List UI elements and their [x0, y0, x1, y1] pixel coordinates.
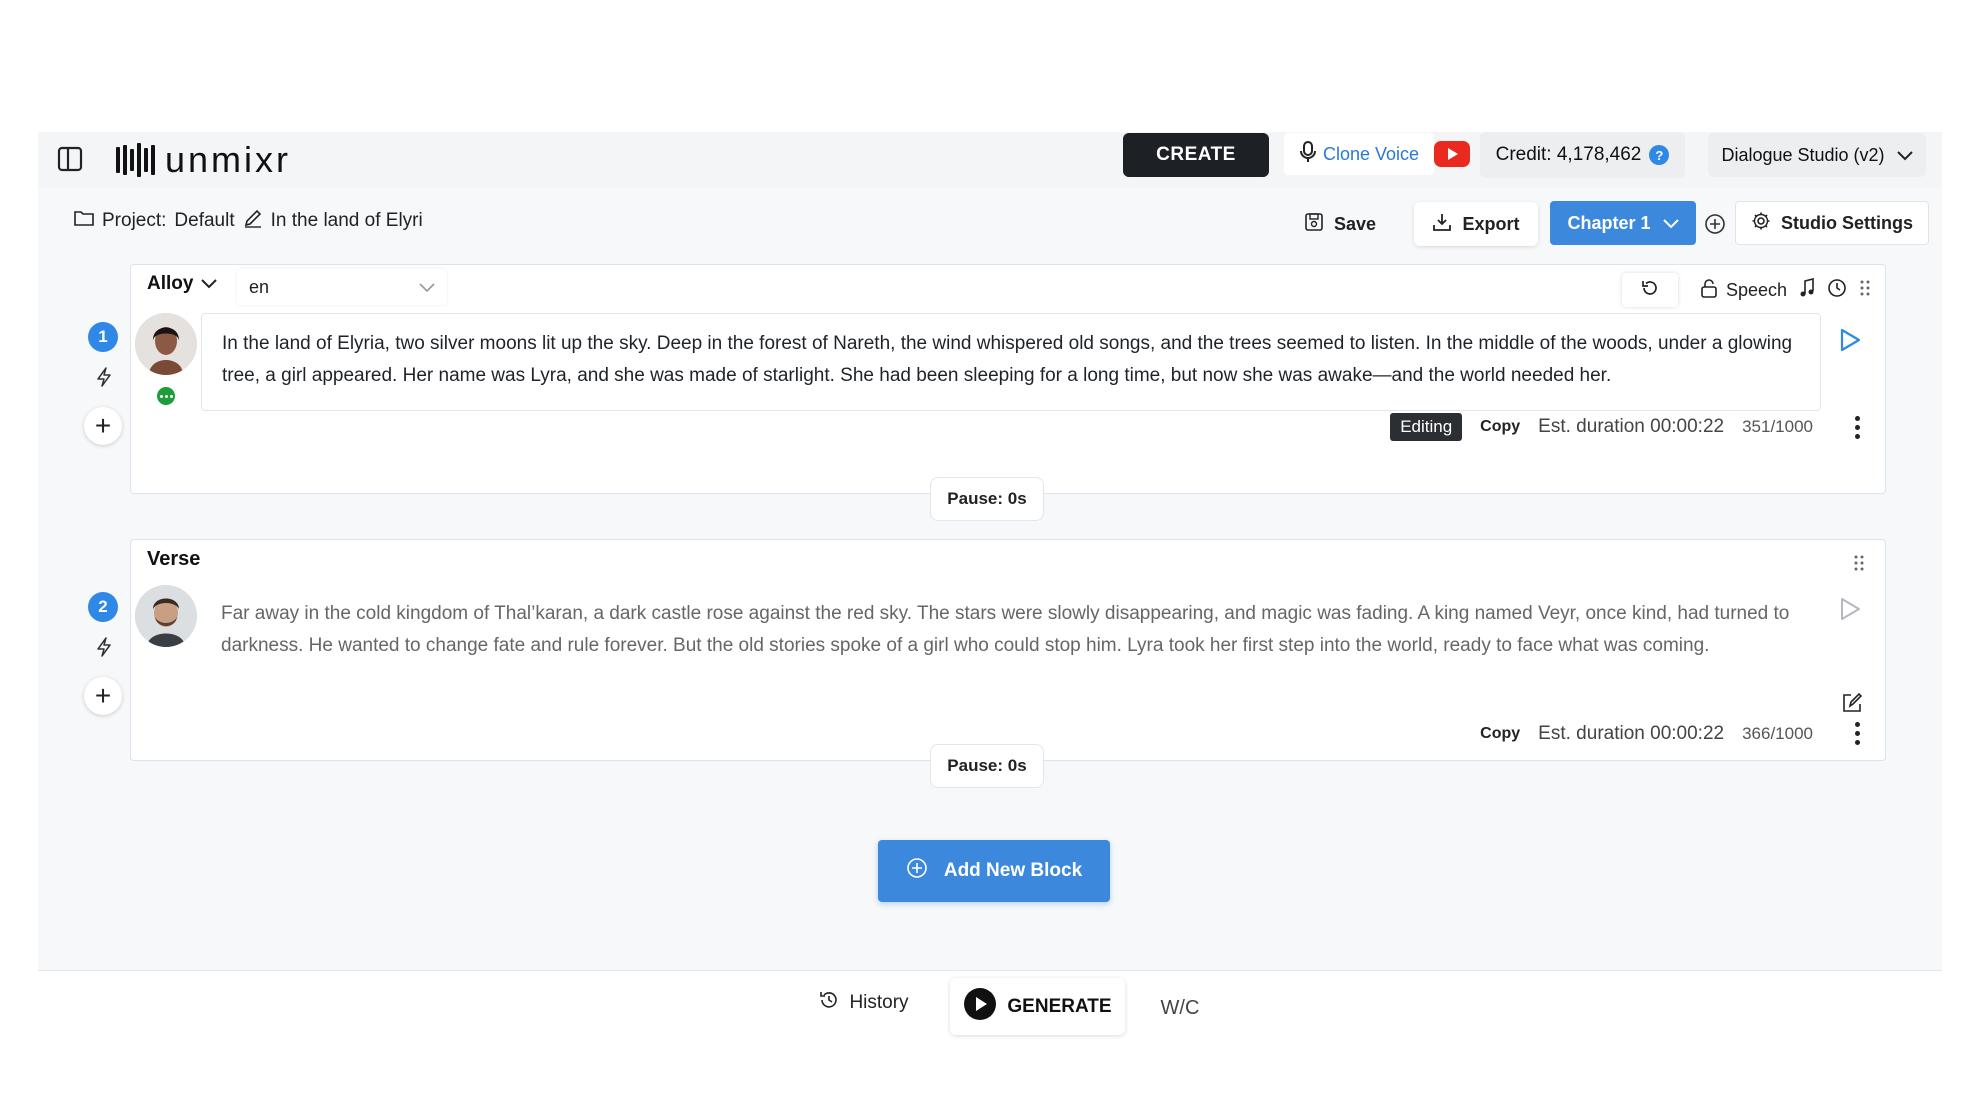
chevron-down-icon	[201, 273, 218, 295]
duration-estimate: Est. duration 00:00:22	[1538, 416, 1725, 437]
save-label: Save	[1333, 213, 1377, 234]
status-badge: Editing	[1390, 413, 1463, 441]
gear-icon	[1751, 211, 1771, 236]
voice-label: Alloy	[147, 273, 194, 294]
project-name[interactable]: Default	[174, 210, 234, 232]
project-title[interactable]: In the land of Elyri	[271, 210, 423, 232]
project-label: Project:	[102, 210, 167, 231]
add-block-below-button[interactable]: +	[84, 407, 122, 445]
edit-icon[interactable]	[1841, 692, 1863, 719]
block-footer: Copy Est. duration 00:00:22 366/1000	[1480, 722, 1863, 745]
voice-select[interactable]: Alloy	[147, 273, 218, 295]
block-text-editor[interactable]: In the land of Elyria, two silver moons …	[201, 313, 1821, 411]
folder-icon	[74, 210, 94, 232]
more-options-icon[interactable]	[1851, 722, 1863, 745]
add-new-block-button[interactable]: Add New Block	[878, 840, 1110, 902]
export-label: Export	[1462, 213, 1520, 234]
download-icon	[1432, 212, 1452, 237]
pencil-icon[interactable]	[243, 208, 263, 234]
plus-icon: +	[94, 680, 112, 711]
avatar[interactable]	[135, 585, 197, 647]
chevron-down-icon	[419, 277, 435, 298]
add-new-block-label: Add New Block	[943, 860, 1083, 881]
studio-mode-label: Dialogue Studio (v2)	[1721, 144, 1885, 165]
lightning-icon[interactable]	[93, 366, 115, 388]
pause-button[interactable]: Pause: 0s	[930, 477, 1044, 521]
plus-circle-icon[interactable]	[1704, 213, 1726, 235]
block-number: 2	[88, 592, 118, 622]
character-count: 366/1000	[1742, 723, 1813, 743]
language-value: en	[249, 276, 270, 297]
duration-estimate: Est. duration 00:00:22	[1538, 722, 1725, 744]
music-note-icon[interactable]	[1799, 277, 1815, 303]
generate-button[interactable]: GENERATE	[950, 978, 1125, 1035]
clone-voice-label: Clone Voice	[1322, 143, 1420, 164]
block-number: 1	[88, 322, 118, 352]
history-icon[interactable]	[1827, 278, 1847, 303]
lightning-icon[interactable]	[93, 636, 115, 658]
chapter-select[interactable]: Chapter 1	[1550, 201, 1696, 245]
sidebar-toggle-icon[interactable]	[57, 146, 83, 172]
help-icon[interactable]: ?	[1649, 145, 1670, 165]
play-circle-icon	[963, 987, 997, 1027]
save-icon	[1304, 212, 1324, 237]
export-button[interactable]: Export	[1414, 202, 1538, 246]
speech-label: Speech	[1725, 279, 1787, 300]
add-block-below-button[interactable]: +	[84, 677, 122, 715]
undo-icon	[1640, 278, 1660, 303]
studio-settings-button[interactable]: Studio Settings	[1735, 201, 1929, 245]
language-select[interactable]: en	[237, 269, 447, 305]
logo-bars-icon	[116, 143, 155, 177]
chevron-down-icon	[1662, 213, 1679, 234]
lock-icon	[1700, 278, 1718, 303]
status-indicator-icon	[157, 387, 175, 405]
history-icon	[819, 990, 839, 1016]
drag-handle-icon[interactable]	[1859, 279, 1871, 302]
chevron-down-icon	[1896, 145, 1913, 166]
breadcrumb: Project: Default In the land of Elyri	[74, 208, 423, 234]
block-toolbar: Speech	[1621, 273, 1871, 307]
character-count: 351/1000	[1742, 417, 1813, 436]
plus-circle-icon	[906, 857, 928, 885]
copy-button[interactable]: Copy	[1480, 418, 1520, 436]
block-footer: Editing Copy Est. duration 00:00:22 351/…	[1390, 413, 1863, 441]
generate-label: GENERATE	[1007, 995, 1112, 1017]
dialogue-block: Alloy en Speech In the land of Elyria, t…	[130, 264, 1886, 494]
copy-button[interactable]: Copy	[1480, 725, 1520, 743]
undo-button[interactable]	[1621, 273, 1678, 307]
clone-voice-button[interactable]: Clone Voice	[1284, 133, 1434, 175]
save-button[interactable]: Save	[1280, 202, 1400, 246]
plus-icon: +	[94, 410, 112, 441]
project-bar: Project: Default In the land of Elyri Sa…	[38, 194, 1942, 246]
avatar[interactable]	[135, 313, 197, 375]
app-shell: unmixr CREATE Clone Voice Credit: 4,178,…	[38, 132, 1942, 970]
play-icon[interactable]	[1837, 596, 1863, 622]
credit-label: Credit: 4,178,462	[1495, 144, 1642, 165]
create-button[interactable]: CREATE	[1123, 133, 1269, 177]
block-text-editor[interactable]: Far away in the cold kingdom of Thal’kar…	[201, 584, 1821, 682]
voice-label[interactable]: Verse	[147, 548, 200, 571]
logo-text: unmixr	[165, 139, 292, 180]
play-icon[interactable]	[1837, 327, 1863, 353]
youtube-icon[interactable]	[1434, 141, 1470, 167]
history-label: History	[849, 992, 909, 1013]
pause-button[interactable]: Pause: 0s	[930, 744, 1044, 788]
more-options-icon[interactable]	[1851, 415, 1863, 439]
studio-settings-label: Studio Settings	[1781, 212, 1913, 233]
logo[interactable]: unmixr	[116, 141, 291, 179]
chapter-label: Chapter 1	[1567, 212, 1651, 233]
bottom-divider	[38, 970, 1942, 971]
studio-mode-select[interactable]: Dialogue Studio (v2)	[1708, 133, 1926, 177]
drag-handle-icon[interactable]	[1853, 554, 1865, 577]
history-button[interactable]: History	[800, 980, 928, 1026]
speech-mode-toggle[interactable]: Speech	[1700, 278, 1787, 303]
credit-display: Credit: 4,178,462 ?	[1480, 132, 1685, 178]
dialogue-block: Verse Far away in the cold kingdom of Th…	[130, 539, 1886, 761]
word-count-button[interactable]: W/C	[1150, 988, 1210, 1028]
microphone-icon	[1299, 140, 1317, 168]
